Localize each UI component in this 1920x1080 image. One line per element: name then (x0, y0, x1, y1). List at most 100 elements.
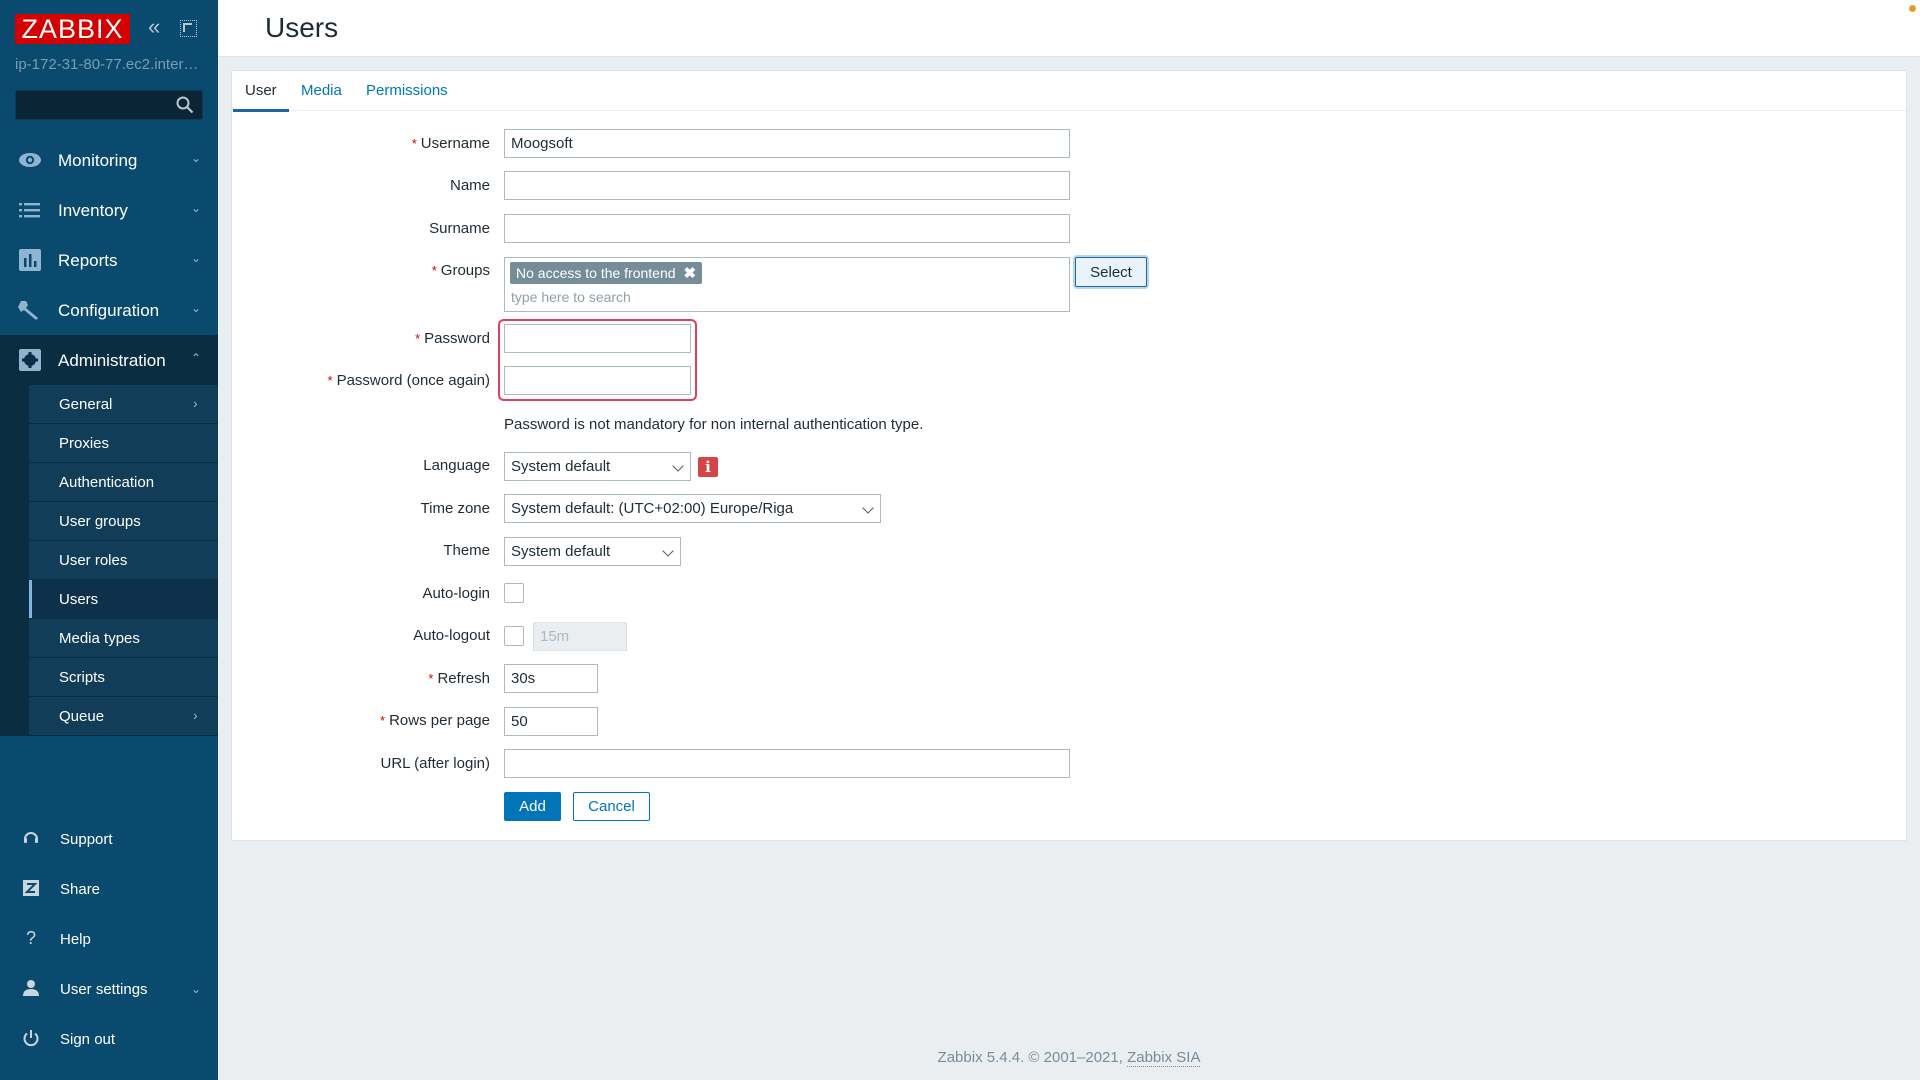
menu-label: Configuration (58, 301, 160, 320)
sidebar-search[interactable] (15, 90, 203, 120)
eye-icon (19, 153, 41, 167)
search-icon[interactable] (176, 96, 194, 114)
submenu-media-types[interactable]: Media types (29, 619, 218, 658)
groups-label: * Groups (432, 262, 490, 279)
select-groups-button[interactable]: Select (1075, 257, 1147, 287)
wrench-icon (18, 301, 38, 320)
rows-per-page-label: * Rows per page (380, 712, 490, 729)
autologout-checkbox[interactable] (504, 626, 524, 646)
server-name: ip-172-31-80-77.ec2.inter… (15, 56, 199, 73)
menu-user-settings[interactable]: User settings ⌄ (0, 965, 218, 1015)
headset-icon (24, 832, 38, 843)
name-input[interactable] (504, 171, 1070, 200)
label-text: Rows per page (389, 712, 490, 729)
user-form-panel: User Media Permissions * Username Name Su… (231, 70, 1907, 841)
user-icon (23, 980, 39, 996)
autologout-input (533, 622, 627, 651)
chevron-up-icon: ⌃ (191, 351, 202, 365)
menu-label: Sign out (60, 1031, 116, 1048)
required-marker: * (327, 373, 333, 388)
page-title: Users (265, 12, 339, 43)
menu-label: Reports (58, 251, 118, 270)
required-marker: * (431, 263, 437, 278)
menu-share[interactable]: Share (0, 865, 218, 915)
password-input[interactable] (504, 324, 691, 353)
menu-monitoring[interactable]: Monitoring ⌄ (0, 135, 218, 185)
chevron-down-icon (662, 545, 674, 557)
groups-search-input[interactable] (511, 286, 1051, 308)
footer-text: Zabbix 5.4.4. © 2001–2021, (937, 1049, 1128, 1066)
surname-input[interactable] (504, 214, 1070, 243)
label-text: Groups (440, 262, 490, 279)
url-input[interactable] (504, 749, 1070, 778)
zabbix-logo[interactable]: ZABBIX (15, 14, 130, 44)
footer-link[interactable]: Zabbix SIA (1127, 1049, 1201, 1067)
collapse-sidebar-icon[interactable]: « (148, 16, 170, 39)
menu-administration[interactable]: Administration ⌃ (0, 335, 218, 385)
bottom-menu: Support Share ? Help User settings ⌄ Sig… (0, 815, 218, 1065)
label-text: Username (420, 135, 490, 152)
main-menu: Monitoring ⌄ Inventory ⌄ Reports ⌄ Confi… (0, 135, 218, 736)
submenu-label: User roles (59, 552, 128, 569)
submenu-label: User groups (59, 513, 141, 530)
groups-multiselect[interactable]: No access to the frontend ✖ (504, 257, 1070, 312)
question-icon: ? (25, 928, 36, 948)
submenu-scripts[interactable]: Scripts (29, 658, 218, 697)
language-select[interactable]: System default (504, 452, 691, 481)
submenu-users[interactable]: Users (29, 580, 218, 619)
submenu-label: Authentication (59, 474, 155, 491)
menu-label: Share (60, 881, 101, 898)
tab-media[interactable]: Media (301, 82, 342, 111)
submenu-user-roles[interactable]: User roles (29, 541, 218, 580)
username-input[interactable] (504, 129, 1070, 158)
surname-label: Surname (429, 220, 490, 237)
menu-label: Support (60, 831, 113, 848)
tab-bar: User Media Permissions (232, 71, 1906, 112)
remove-chip-icon[interactable]: ✖ (684, 265, 697, 282)
submenu-general[interactable]: General › (29, 385, 218, 424)
theme-select[interactable]: System default (504, 537, 681, 566)
tab-permissions[interactable]: Permissions (366, 82, 448, 111)
theme-value: System default (511, 543, 611, 560)
password-again-input[interactable] (504, 366, 691, 395)
share-z-icon (23, 880, 39, 896)
sidebar-search-input[interactable] (16, 91, 166, 119)
chevron-down-icon: ⌄ (191, 151, 202, 165)
autologout-label: Auto-logout (413, 627, 490, 644)
submenu-label: Proxies (59, 435, 110, 452)
add-button[interactable]: Add (504, 792, 561, 821)
rows-per-page-input[interactable] (504, 707, 598, 736)
menu-reports[interactable]: Reports ⌄ (0, 235, 218, 285)
submenu-authentication[interactable]: Authentication (29, 463, 218, 502)
footer: Zabbix 5.4.4. © 2001–2021, Zabbix SIA (218, 1049, 1920, 1067)
tab-user[interactable]: User (233, 82, 289, 112)
name-label: Name (449, 177, 490, 194)
theme-label: Theme (443, 542, 490, 559)
notification-dot-icon[interactable] (1909, 5, 1916, 12)
cancel-button[interactable]: Cancel (573, 792, 650, 821)
submenu-user-groups[interactable]: User groups (29, 502, 218, 541)
label-text: Password (once again) (336, 372, 490, 389)
menu-configuration[interactable]: Configuration ⌄ (0, 285, 218, 335)
menu-help[interactable]: ? Help (0, 915, 218, 965)
autologin-checkbox[interactable] (504, 583, 524, 603)
menu-support[interactable]: Support (0, 815, 218, 865)
timezone-select[interactable]: System default: (UTC+02:00) Europe/Riga (504, 494, 881, 523)
refresh-input[interactable] (504, 664, 598, 693)
group-chip-label: No access to the frontend (516, 265, 676, 281)
submenu-label: General (59, 396, 113, 413)
submenu-label: Media types (59, 630, 140, 647)
submenu-proxies[interactable]: Proxies (29, 424, 218, 463)
kiosk-mode-icon[interactable] (180, 20, 197, 37)
info-icon[interactable]: i (698, 457, 718, 477)
menu-sign-out[interactable]: Sign out (0, 1015, 218, 1065)
menu-inventory[interactable]: Inventory ⌄ (0, 185, 218, 235)
password-note: Password is not mandatory for non intern… (504, 416, 924, 433)
menu-label: Monitoring (58, 151, 138, 170)
submenu-queue[interactable]: Queue › (29, 697, 218, 736)
autologin-label: Auto-login (422, 585, 490, 602)
chevron-down-icon (672, 460, 684, 472)
chevron-right-icon: › (193, 395, 198, 411)
menu-label: User settings (60, 981, 148, 998)
timezone-value: System default: (UTC+02:00) Europe/Riga (511, 500, 794, 517)
